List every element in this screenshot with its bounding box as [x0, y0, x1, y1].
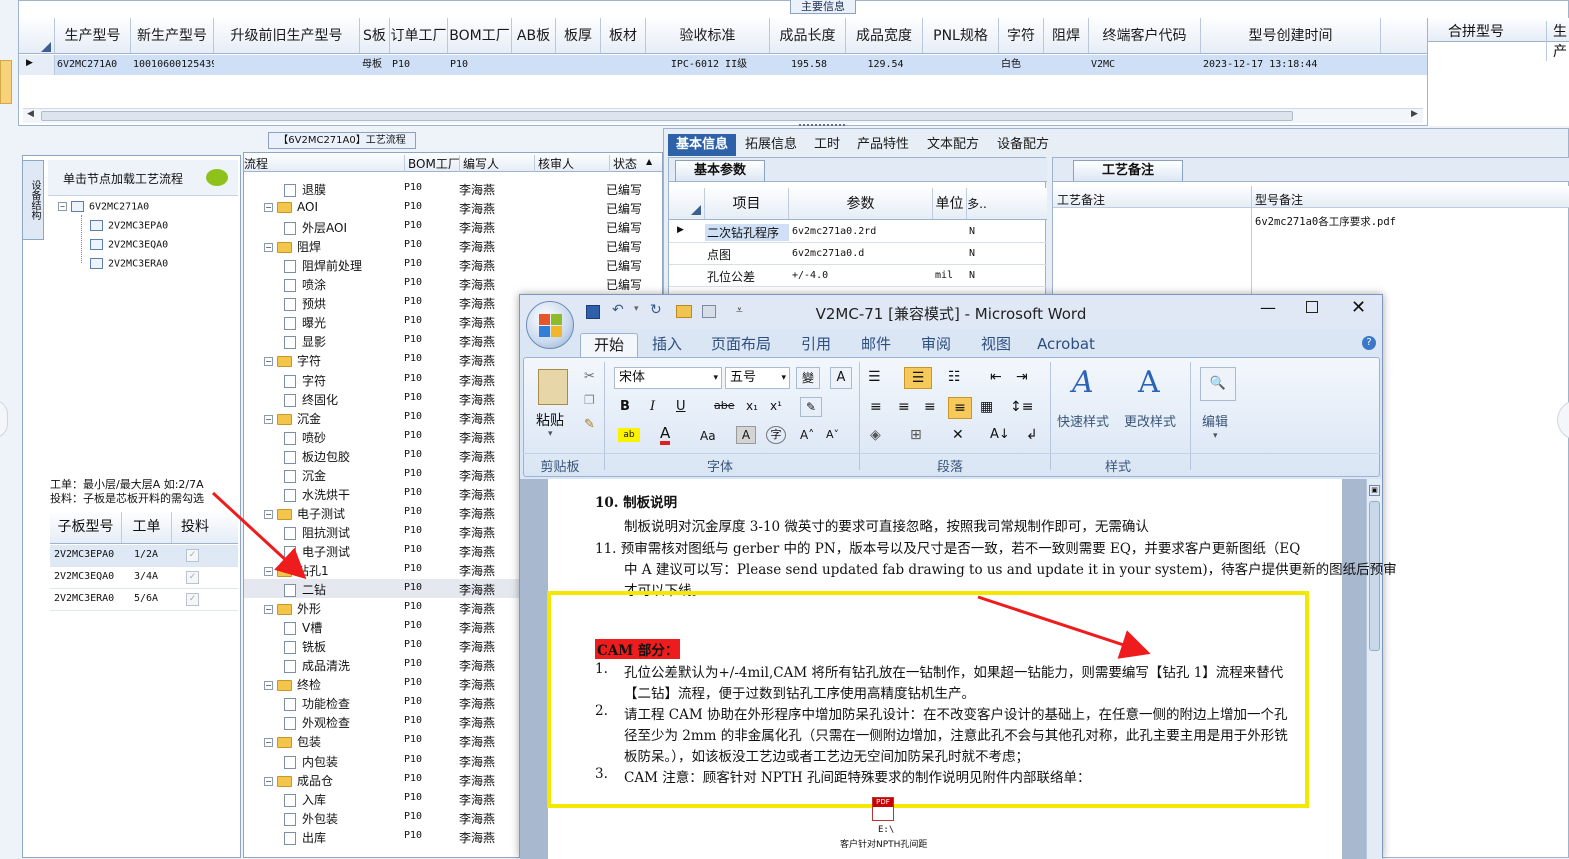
annotation-arrows — [211, 491, 1151, 659]
red-arrow — [211, 491, 307, 580]
red-arrow — [977, 595, 1151, 659]
